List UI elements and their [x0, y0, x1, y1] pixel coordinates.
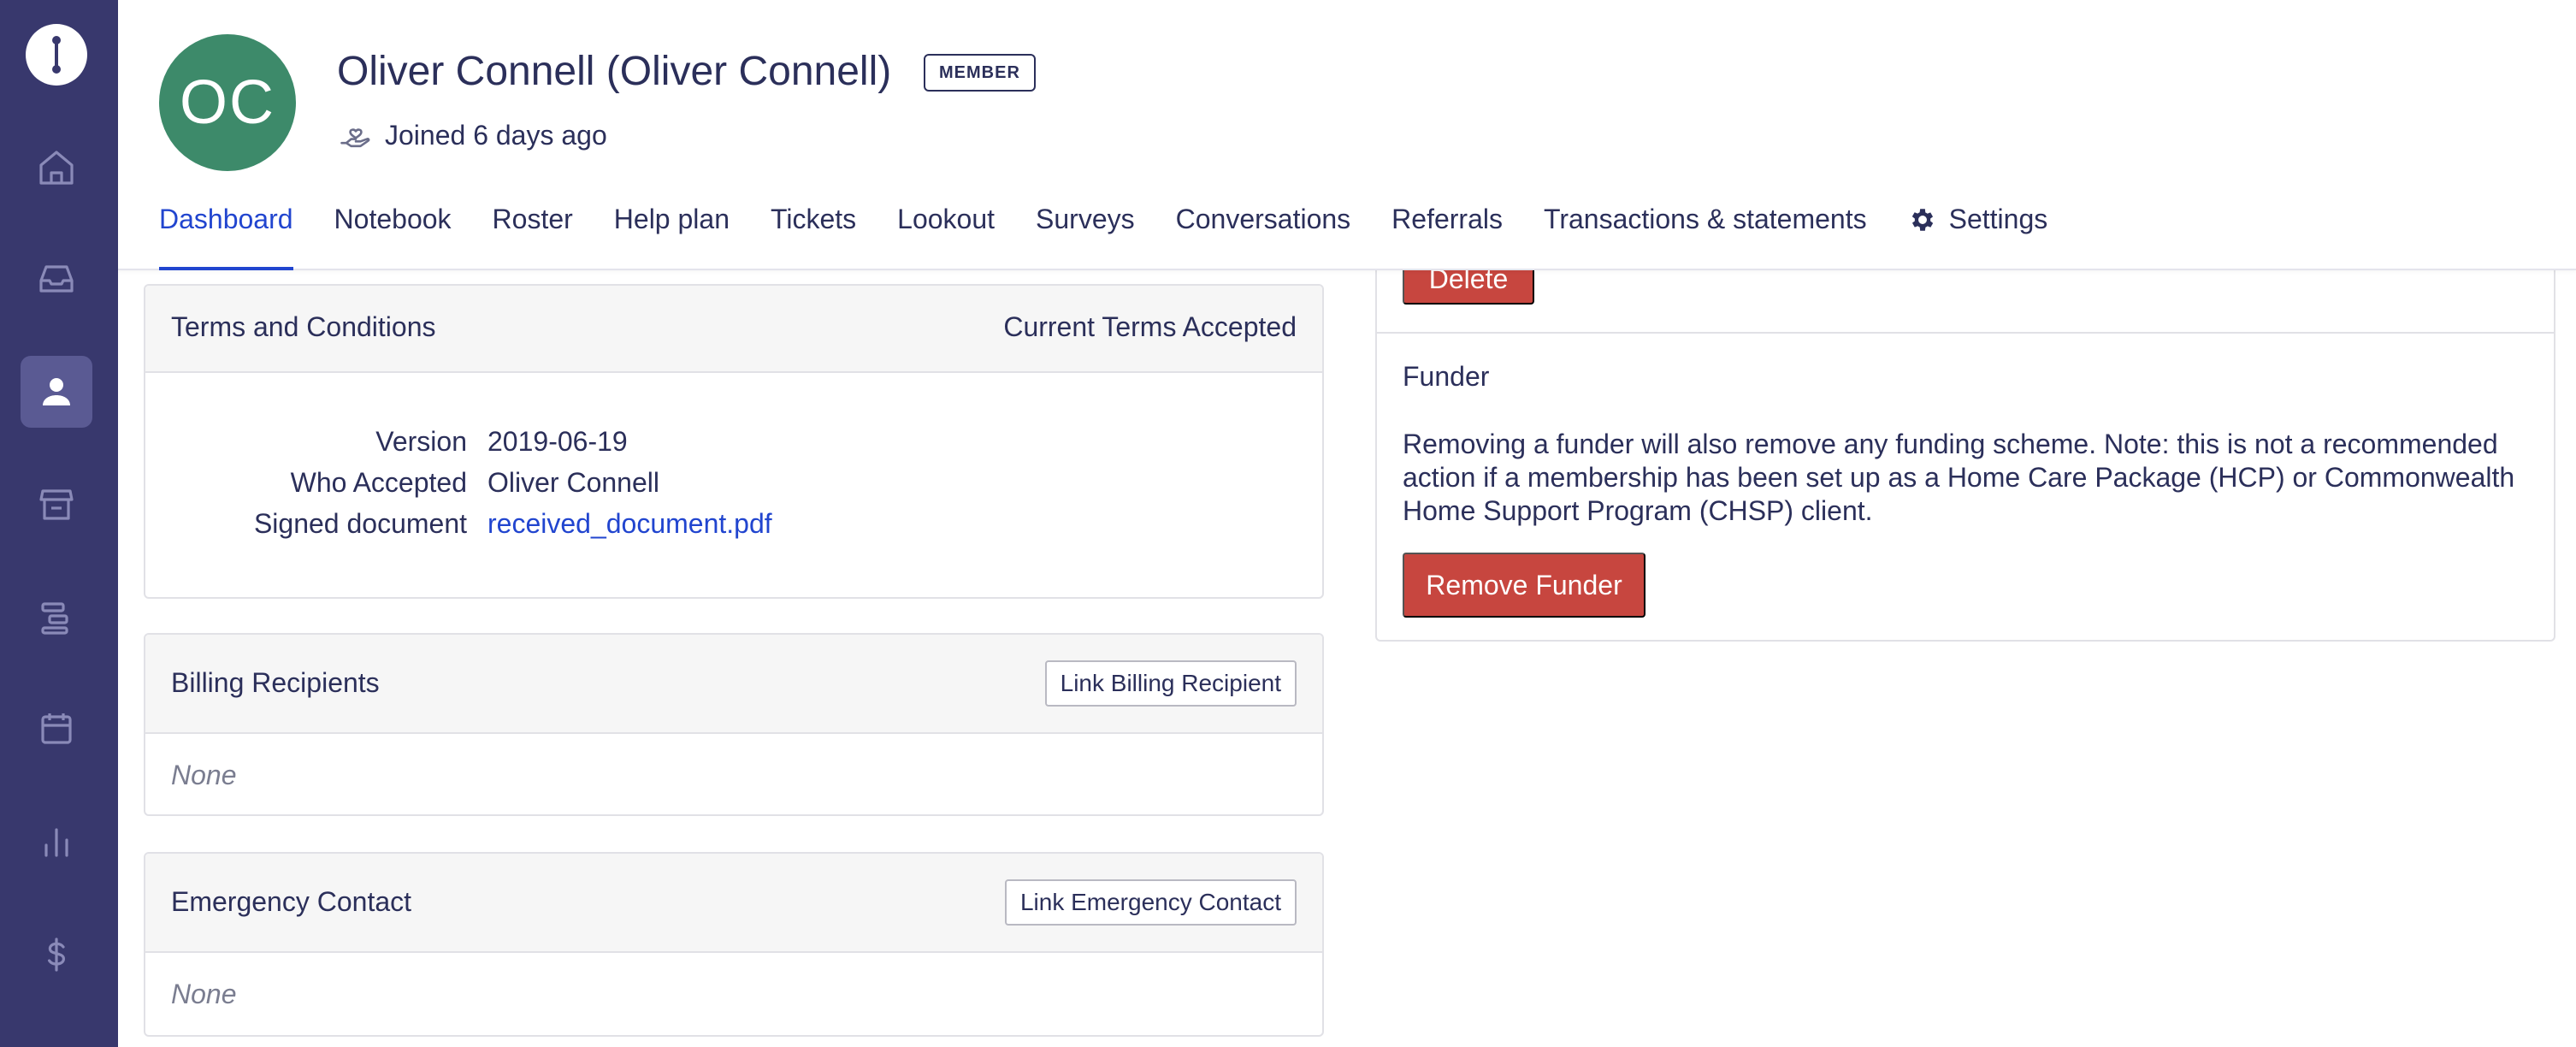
hand-heart-icon: [340, 128, 370, 148]
billing-empty-text: None: [171, 760, 237, 790]
tab-roster[interactable]: Roster: [493, 198, 573, 270]
store-icon: [39, 489, 74, 520]
joined-text: Joined 6 days ago: [385, 119, 607, 151]
tab-lookout[interactable]: Lookout: [897, 198, 995, 270]
app-menu-button[interactable]: [26, 24, 87, 86]
emergency-contact-card: Emergency Contact Link Emergency Contact…: [144, 852, 1324, 1037]
emergency-card-header: Emergency Contact Link Emergency Contact: [145, 854, 1322, 953]
dollar-icon: [48, 938, 66, 972]
tab-label: Roster: [492, 204, 573, 234]
sidebar-item-billing[interactable]: [21, 919, 92, 991]
field-label: Version: [375, 426, 467, 457]
terms-row-version: Version 2019-06-19: [145, 426, 1322, 467]
field-label: Signed document: [253, 508, 467, 539]
tab-label: Referrals: [1391, 204, 1503, 234]
tab-label: Help plan: [613, 204, 730, 234]
sidebar-item-store[interactable]: [21, 469, 92, 541]
tab-label: Tickets: [770, 204, 857, 234]
tab-label: Notebook: [334, 204, 452, 234]
menu-dot-bottom-icon: [52, 65, 61, 74]
sidebar: [0, 0, 118, 1047]
tab-label: Settings: [1948, 204, 2048, 234]
field-value: 2019-06-19: [487, 426, 628, 457]
sidebar-item-inbox[interactable]: [21, 243, 92, 315]
avatar: OC: [159, 34, 296, 171]
inbox-icon: [39, 265, 74, 293]
funder-description: Removing a funder will also remove any f…: [1403, 429, 2515, 526]
terms-row-accepted-by: Who Accepted Oliver Connell: [145, 467, 1322, 508]
joined-info: Joined 6 days ago: [337, 116, 607, 154]
tab-label: Surveys: [1036, 204, 1135, 234]
terms-row-signed-document: Signed document received_document.pdf: [145, 508, 1322, 549]
tab-transactions[interactable]: Transactions & statements: [1544, 198, 1867, 270]
calendar-icon: [41, 713, 72, 744]
person-icon: [43, 378, 70, 405]
terms-title: Terms and Conditions: [171, 311, 436, 342]
terms-card-header: Terms and Conditions Current Terms Accep…: [145, 286, 1322, 373]
sidebar-item-member[interactable]: [21, 356, 92, 428]
billing-title: Billing Recipients: [171, 667, 380, 698]
billing-recipients-card: Billing Recipients Link Billing Recipien…: [144, 633, 1324, 816]
tab-conversations[interactable]: Conversations: [1176, 198, 1351, 270]
tab-label: Dashboard: [159, 204, 293, 234]
sidebar-item-timeline[interactable]: [21, 582, 92, 654]
section-divider: [1377, 332, 2554, 334]
tab-notebook[interactable]: Notebook: [334, 198, 452, 270]
signed-document-link[interactable]: received_document.pdf: [487, 508, 772, 540]
tab-tickets[interactable]: Tickets: [771, 198, 856, 270]
timeline-icon: [41, 602, 68, 635]
terms-status: Current Terms Accepted: [1003, 311, 1297, 342]
remove-funder-button[interactable]: Remove Funder: [1403, 553, 1645, 618]
member-badge: MEMBER: [924, 54, 1036, 92]
bar-chart-icon: [44, 828, 68, 857]
tab-settings[interactable]: Settings: [1908, 198, 2048, 270]
member-header: OC Oliver Connell (Oliver Connell) MEMBE…: [118, 0, 2576, 270]
link-emergency-contact-button[interactable]: Link Emergency Contact: [1004, 879, 1297, 926]
sidebar-item-home[interactable]: [21, 132, 92, 204]
field-value: Oliver Connell: [487, 467, 659, 498]
sidebar-item-calendar[interactable]: [21, 693, 92, 765]
page-title: Oliver Connell (Oliver Connell): [337, 49, 892, 94]
gear-icon: [1911, 209, 1933, 231]
field-label: Who Accepted: [290, 467, 467, 498]
tab-surveys[interactable]: Surveys: [1036, 198, 1135, 270]
tab-label: Conversations: [1175, 204, 1351, 234]
tab-label: Transactions & statements: [1543, 204, 1867, 234]
emergency-title: Emergency Contact: [171, 886, 412, 917]
billing-card-header: Billing Recipients Link Billing Recipien…: [145, 635, 1322, 734]
link-billing-recipient-button[interactable]: Link Billing Recipient: [1044, 660, 1297, 707]
member-tabs: Dashboard Notebook Roster Help plan Tick…: [159, 198, 2089, 270]
emergency-empty-text: None: [171, 979, 237, 1009]
home-icon: [39, 151, 74, 185]
funder-title: Funder: [1403, 361, 1490, 392]
tab-dashboard[interactable]: Dashboard: [159, 198, 293, 270]
sidebar-item-reports[interactable]: [21, 806, 92, 878]
tab-help-plan[interactable]: Help plan: [614, 198, 730, 270]
tab-label: Lookout: [897, 204, 996, 234]
terms-card: Terms and Conditions Current Terms Accep…: [144, 284, 1324, 599]
tab-referrals[interactable]: Referrals: [1391, 198, 1503, 270]
